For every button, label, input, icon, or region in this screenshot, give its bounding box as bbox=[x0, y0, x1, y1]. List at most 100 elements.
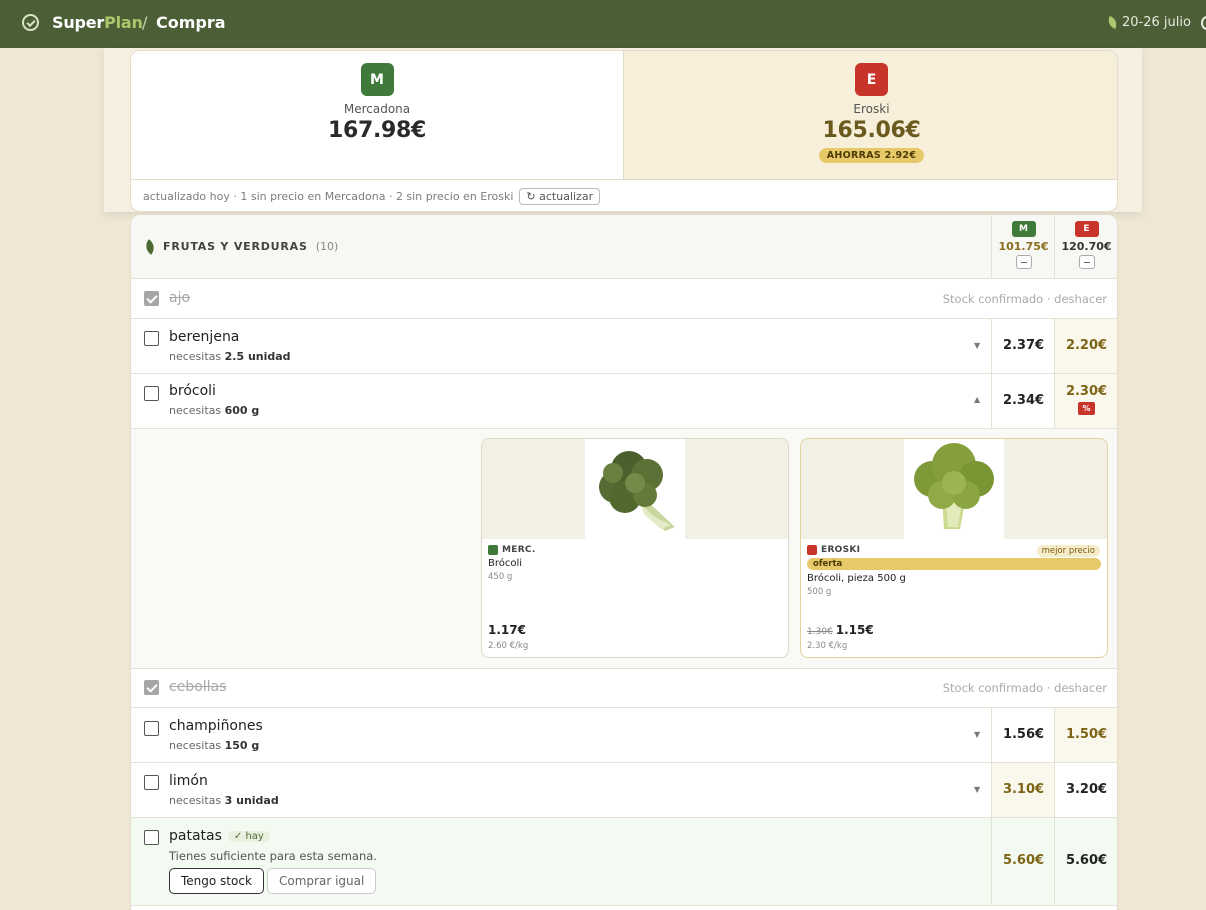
unit-price: 2.60 €/kg bbox=[488, 641, 529, 651]
category-mercadona-column: M 101.75€ bbox=[991, 215, 1055, 278]
chevron-down-icon[interactable]: ▼ bbox=[974, 730, 980, 739]
chevron-down-icon[interactable]: ▼ bbox=[974, 785, 980, 794]
mercadona-price: 2.34€ bbox=[1002, 393, 1045, 408]
card-store-label: MERC. bbox=[488, 545, 782, 555]
leaf-icon bbox=[142, 238, 158, 255]
category-header[interactable]: FRUTAS Y VERDURAS (10) M 101.75€ E 120.7… bbox=[131, 215, 1117, 279]
product-name: Brócoli, pieza 500 g bbox=[807, 573, 906, 584]
eroski-price: 2.20€ bbox=[1065, 338, 1108, 353]
mercadona-price-cell[interactable]: 2.37€ bbox=[991, 319, 1055, 373]
need-amount: 3 unidad bbox=[224, 794, 279, 807]
mercadona-price: 2.37€ bbox=[1002, 338, 1045, 353]
in-stock-badge: ✓ hay bbox=[227, 830, 270, 842]
product-card-mercadona[interactable]: MERC. Brócoli 450 g 1.17€ 2.60 €/kg bbox=[481, 438, 789, 658]
list-item-champinones[interactable]: champiñones necesitas 150 g ▼ 1.56€ 1.50… bbox=[131, 708, 1117, 763]
savings-badge: AHORRAS 2.92€ bbox=[818, 148, 925, 163]
week-selector[interactable]: 20-26 julio bbox=[1106, 15, 1191, 30]
mercadona-price: 1.56€ bbox=[1002, 727, 1045, 742]
eroski-price-cell[interactable]: 3.20€ bbox=[1054, 763, 1117, 817]
list-item-cebollas: cebollas Stock confirmado · deshacer bbox=[131, 669, 1117, 708]
item-name: patatas ✓ hay bbox=[169, 828, 270, 844]
chevron-up-icon[interactable]: ▲ bbox=[974, 395, 980, 404]
eroski-price-cell[interactable]: 2.30€ % bbox=[1054, 374, 1117, 428]
mercadona-name: Mercadona bbox=[343, 102, 411, 116]
item-need: necesitas 600 g bbox=[169, 404, 259, 417]
mercadona-price-cell[interactable]: 5.60€ bbox=[991, 818, 1055, 905]
mercadona-badge: M bbox=[360, 63, 394, 96]
eroski-price: 3.20€ bbox=[1065, 782, 1108, 797]
collapse-eroski-button[interactable] bbox=[1078, 255, 1095, 269]
mercadona-total: 167.98€ bbox=[327, 118, 427, 143]
mercadona-price-cell[interactable]: 3.10€ bbox=[991, 763, 1055, 817]
discount-badge: % bbox=[1078, 402, 1095, 415]
list-item-limon[interactable]: limón necesitas 3 unidad ▼ 3.10€ 3.20€ bbox=[131, 763, 1117, 818]
product-price: 1.30€ 1.15€ bbox=[807, 623, 874, 637]
brand-word-plan: Plan bbox=[104, 13, 143, 32]
mercadona-price: 5.60€ bbox=[1002, 853, 1045, 868]
product-image-area bbox=[801, 439, 1107, 539]
broccoli-image bbox=[904, 439, 1004, 539]
list-item-patatas[interactable]: patatas ✓ hay Tienes suficiente para esta… bbox=[131, 818, 1117, 906]
item-checkbox[interactable] bbox=[144, 386, 159, 401]
eroski-badge: E bbox=[855, 63, 888, 96]
eroski-price-cell[interactable]: 5.60€ bbox=[1054, 818, 1117, 905]
leaf-icon bbox=[1106, 16, 1119, 29]
product-card-body: MERC. Brócoli 450 g 1.17€ 2.60 €/kg bbox=[482, 539, 788, 657]
refresh-button[interactable]: ↻ actualizar bbox=[519, 188, 601, 205]
item-need: necesitas 3 unidad bbox=[169, 794, 279, 807]
old-price: 1.30€ bbox=[807, 627, 833, 637]
have-stock-button[interactable]: Tengo stock bbox=[169, 868, 264, 894]
item-checkbox[interactable] bbox=[144, 331, 159, 346]
brand-logo[interactable]: SuperPlan bbox=[52, 13, 143, 32]
mercadona-summary[interactable]: M Mercadona 167.98€ bbox=[131, 51, 624, 179]
chevron-down-icon[interactable]: ▼ bbox=[974, 341, 980, 350]
category-eroski-column: E 120.70€ bbox=[1054, 215, 1117, 278]
item-need: necesitas 150 g bbox=[169, 739, 259, 752]
product-quantity: 500 g bbox=[807, 587, 832, 597]
product-quantity: 450 g bbox=[488, 572, 513, 582]
logo-icon[interactable] bbox=[22, 14, 39, 31]
summary-footer: actualizado hoy · 1 sin precio en Mercad… bbox=[131, 179, 1117, 211]
eroski-price: 2.30€ bbox=[1065, 384, 1108, 399]
top-bar: SuperPlan / Compra 20-26 julio bbox=[0, 0, 1206, 48]
item-checkbox[interactable] bbox=[144, 775, 159, 790]
eroski-price-cell[interactable]: 1.50€ bbox=[1054, 708, 1117, 762]
need-amount: 600 g bbox=[224, 404, 260, 417]
current-price: 1.15€ bbox=[835, 623, 874, 637]
eroski-summary[interactable]: E Eroski 165.06€ AHORRAS 2.92€ bbox=[624, 51, 1117, 179]
collapse-mercadona-button[interactable] bbox=[1015, 255, 1032, 269]
eroski-total: 165.06€ bbox=[822, 118, 921, 143]
eroski-price-cell[interactable]: 2.20€ bbox=[1054, 319, 1117, 373]
mercadona-swatch bbox=[488, 545, 498, 555]
need-prefix: necesitas bbox=[169, 794, 225, 807]
user-icon[interactable] bbox=[1201, 16, 1206, 30]
item-name: ajo bbox=[169, 290, 191, 306]
list-item-berenjena[interactable]: berenjena necesitas 2.5 unidad ▼ 2.37€ 2… bbox=[131, 319, 1117, 374]
week-label: 20-26 julio bbox=[1122, 15, 1191, 30]
item-checkbox[interactable] bbox=[144, 721, 159, 736]
category-title: FRUTAS Y VERDURAS (10) bbox=[142, 238, 338, 255]
store-label: EROSKI bbox=[821, 545, 861, 555]
item-checkbox[interactable] bbox=[144, 291, 159, 306]
stock-confirmed-note[interactable]: Stock confirmado · deshacer bbox=[943, 681, 1107, 695]
category-eroski-total: 120.70€ bbox=[1061, 240, 1112, 253]
need-amount: 150 g bbox=[224, 739, 260, 752]
product-comparison-panel: MERC. Brócoli 450 g 1.17€ 2.60 €/kg EROS… bbox=[131, 429, 1117, 669]
brand-word-super: Super bbox=[52, 13, 105, 32]
best-price-tag: mejor precio bbox=[1036, 545, 1100, 557]
mercadona-price-cell[interactable]: 1.56€ bbox=[991, 708, 1055, 762]
item-name: limón bbox=[169, 773, 208, 789]
item-checkbox[interactable] bbox=[144, 680, 159, 695]
update-status: actualizado hoy · 1 sin precio en Mercad… bbox=[143, 190, 514, 203]
sufficient-note: Tienes suficiente para esta semana. bbox=[169, 849, 377, 863]
item-checkbox[interactable] bbox=[144, 830, 159, 845]
product-price: 1.17€ bbox=[488, 623, 526, 637]
buy-anyway-button[interactable]: Comprar igual bbox=[267, 868, 377, 894]
product-name: Brócoli bbox=[488, 558, 523, 569]
mercadona-price-cell[interactable]: 2.34€ bbox=[991, 374, 1055, 428]
stock-confirmed-note[interactable]: Stock confirmado · deshacer bbox=[943, 292, 1107, 306]
list-item-brocoli[interactable]: brócoli necesitas 600 g ▲ 2.34€ 2.30€ % bbox=[131, 374, 1117, 429]
product-card-eroski[interactable]: EROSKI mejor precio oferta Brócoli, piez… bbox=[800, 438, 1108, 658]
broccoli-image bbox=[585, 439, 685, 539]
item-name: champiñones bbox=[169, 718, 263, 734]
